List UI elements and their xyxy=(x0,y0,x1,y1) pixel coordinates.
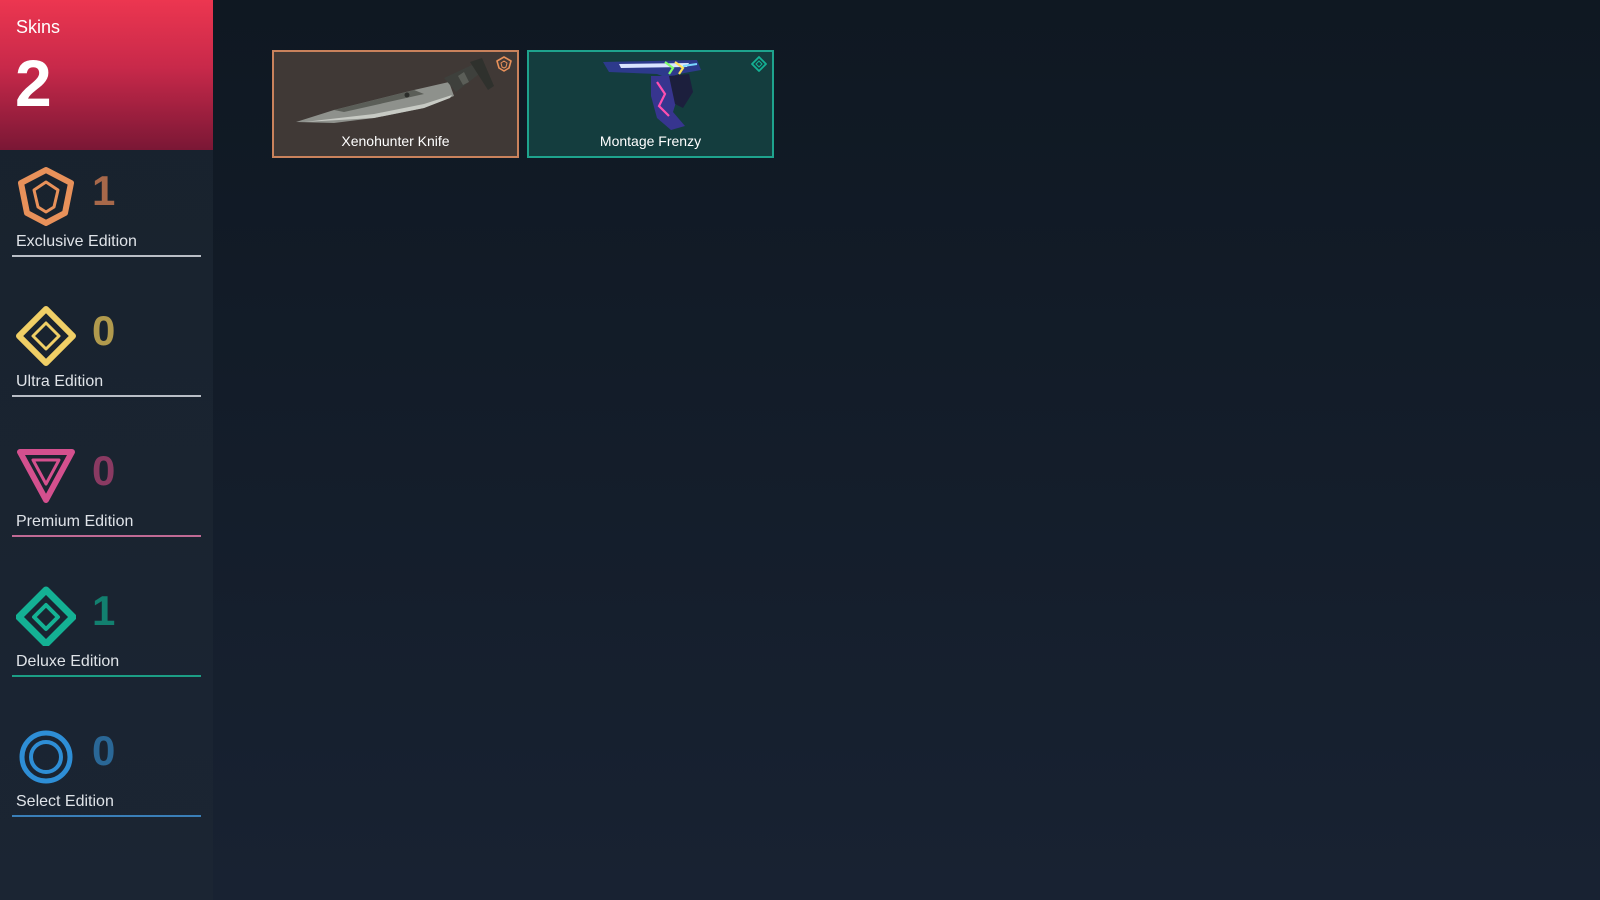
tier-ultra[interactable]: 0 Ultra Edition xyxy=(0,306,213,406)
sidebar: Skins 2 1 Exclusive Edition 0 Ultra Edit… xyxy=(0,0,213,900)
tier-divider xyxy=(12,255,201,257)
tier-label: Deluxe Edition xyxy=(16,653,120,670)
knife-image xyxy=(274,52,517,132)
tier-select[interactable]: 0 Select Edition xyxy=(0,726,213,826)
deluxe-edition-icon xyxy=(16,586,76,646)
skin-card-montage-frenzy[interactable]: Montage Frenzy xyxy=(527,50,774,158)
exclusive-edition-icon xyxy=(496,56,512,72)
tier-premium[interactable]: 0 Premium Edition xyxy=(0,446,213,546)
tier-divider xyxy=(12,535,201,537)
tier-exclusive[interactable]: 1 Exclusive Edition xyxy=(0,166,213,266)
tier-label: Premium Edition xyxy=(16,513,134,530)
ultra-edition-icon xyxy=(16,306,76,366)
skins-total-card: Skins 2 xyxy=(0,0,213,150)
premium-edition-icon xyxy=(16,446,76,506)
tier-count: 1 xyxy=(92,167,116,214)
pistol-image xyxy=(529,52,772,132)
tier-count: 0 xyxy=(92,307,116,354)
select-edition-icon xyxy=(16,726,76,786)
tier-label: Ultra Edition xyxy=(16,373,104,390)
tier-divider xyxy=(12,815,201,817)
tier-count: 0 xyxy=(92,447,116,494)
tier-count: 1 xyxy=(92,587,116,634)
skin-name: Xenohunter Knife xyxy=(341,133,450,149)
skin-card-xenohunter-knife[interactable]: Xenohunter Knife xyxy=(272,50,519,158)
tier-label: Select Edition xyxy=(16,793,114,810)
tier-count: 0 xyxy=(92,727,116,774)
tier-divider xyxy=(12,675,201,677)
skins-total-label: Skins xyxy=(16,17,61,37)
deluxe-edition-icon xyxy=(751,56,767,72)
skin-name: Montage Frenzy xyxy=(599,133,702,149)
skins-total-count: 2 xyxy=(15,46,52,120)
exclusive-edition-icon xyxy=(16,166,76,226)
tier-divider xyxy=(12,395,201,397)
tier-deluxe[interactable]: 1 Deluxe Edition xyxy=(0,586,213,686)
tier-label: Exclusive Edition xyxy=(16,233,137,250)
